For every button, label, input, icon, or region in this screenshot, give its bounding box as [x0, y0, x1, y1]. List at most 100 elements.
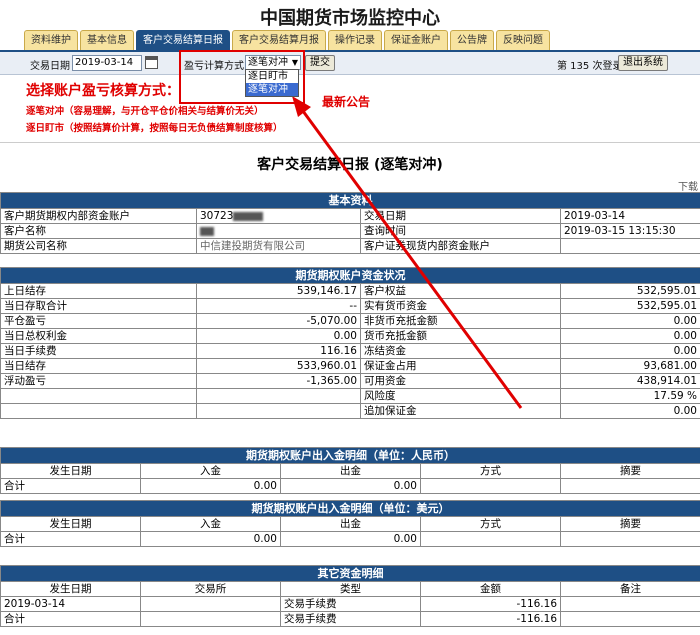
- tab-basic-info[interactable]: 基本信息: [80, 30, 134, 50]
- section-usd: 期货期权账户出入金明细（单位：美元）: [0, 500, 700, 517]
- table-row: 上日结存 539,146.17 客户权益 532,595.01: [0, 283, 700, 299]
- notes-line-2: 逐日盯市（按照结算价计算，按照每日无负债结算制度核算）: [26, 123, 283, 134]
- fund-value: 116.16: [196, 343, 361, 359]
- fund-label: 平仓盈亏: [0, 313, 197, 329]
- section-other: 其它资金明细: [0, 565, 700, 582]
- total-label: 合计: [0, 611, 141, 627]
- download-link[interactable]: 下载: [678, 178, 698, 193]
- tab-data-maintenance[interactable]: 资料维护: [24, 30, 78, 50]
- fund-value: 539,146.17: [196, 283, 361, 299]
- tab-feedback[interactable]: 反映问题: [496, 30, 550, 50]
- empty-cell: [560, 531, 700, 547]
- fund-value: --: [196, 298, 361, 314]
- table-row: 追加保证金 0.00: [0, 403, 700, 419]
- fund-value: 532,595.01: [560, 283, 700, 299]
- total-label: 合计: [0, 478, 141, 494]
- other-table: 其它资金明细 发生日期 交易所 类型 金额 备注 2019-03-14 交易手续…: [0, 565, 700, 627]
- table-row: 2019-03-14 交易手续费 -116.16: [0, 596, 700, 612]
- app-title: 中国期货市场监控中心: [260, 8, 440, 29]
- name-value: [196, 223, 361, 239]
- trade-date-value: 2019-03-14: [560, 208, 700, 224]
- notes-line-1: 逐笔对冲（容易理解，与开仓平仓价相关与结算价无关）: [26, 106, 264, 117]
- total-out: 0.00: [280, 478, 421, 494]
- fund-value: 0.00: [196, 328, 361, 344]
- fund-value: 533,960.01: [196, 358, 361, 374]
- tab-operation-log[interactable]: 操作记录: [328, 30, 382, 50]
- fund-value: [196, 403, 361, 419]
- total-amount: -116.16: [420, 611, 561, 627]
- col-header: 入金: [140, 516, 281, 532]
- fund-value: 0.00: [560, 343, 700, 359]
- tab-bulletin[interactable]: 公告牌: [450, 30, 494, 50]
- fund-label: 货币充抵金额: [360, 328, 561, 344]
- section-funds: 期货期权账户资金状况: [0, 267, 700, 284]
- fund-value: -1,365.00: [196, 373, 361, 389]
- calc-method-value: 逐笔对冲: [248, 57, 288, 68]
- table-row: 风险度 17.59 %: [0, 388, 700, 404]
- rmb-table: 期货期权账户出入金明细（单位：人民币） 发生日期 入金 出金 方式 摘要 合计 …: [0, 447, 700, 494]
- submit-button[interactable]: 提交: [305, 55, 335, 71]
- section-basic: 基本资料: [0, 192, 700, 209]
- acct-label: 客户期货期权内部资金账户: [0, 208, 197, 224]
- fund-value: 0.00: [560, 328, 700, 344]
- usd-table: 期货期权账户出入金明细（单位：美元） 发生日期 入金 出金 方式 摘要 合计 0…: [0, 500, 700, 547]
- name-label: 客户名称: [0, 223, 197, 239]
- row-type: 交易手续费: [280, 596, 421, 612]
- date-label: 交易日期: [30, 61, 70, 72]
- fund-label: 当日存取合计: [0, 298, 197, 314]
- col-header: 发生日期: [0, 463, 141, 479]
- total-in: 0.00: [140, 531, 281, 547]
- sec-acct-label: 客户证券现货内部资金账户: [360, 238, 561, 254]
- col-header: 出金: [280, 463, 421, 479]
- total-in: 0.00: [140, 478, 281, 494]
- table-row: 客户名称 查询时间 2019-03-15 13:15:30: [0, 223, 700, 239]
- logout-button[interactable]: 退出系统: [618, 55, 668, 71]
- fund-value: 93,681.00: [560, 358, 700, 374]
- calc-method-select[interactable]: 逐笔对冲 ▼: [245, 55, 301, 70]
- total-type: 交易手续费: [280, 611, 421, 627]
- tab-daily-statement[interactable]: 客户交易结算日报: [136, 30, 230, 50]
- trade-date-input[interactable]: 2019-03-14: [72, 55, 142, 71]
- empty-cell: [559, 611, 700, 627]
- table-row: 当日结存 533,960.01 保证金占用 93,681.00: [0, 358, 700, 374]
- total-row: 合计 0.00 0.00: [0, 478, 700, 494]
- redacted-block: [200, 226, 214, 236]
- option-daily-mark[interactable]: 逐日盯市: [246, 70, 298, 83]
- table-row: 浮动盈亏 -1,365.00 可用资金 438,914.01: [0, 373, 700, 389]
- funds-table: 期货期权账户资金状况 上日结存 539,146.17 客户权益 532,595.01 当…: [0, 267, 700, 419]
- fund-value: [196, 388, 361, 404]
- table-header-row: 发生日期 交易所 类型 金额 备注: [0, 581, 700, 597]
- fund-label: 当日手续费: [0, 343, 197, 359]
- fund-label: 冻结资金: [360, 343, 561, 359]
- tab-monthly-statement[interactable]: 客户交易结算月报: [232, 30, 326, 50]
- col-header: 金额: [420, 581, 561, 597]
- fund-label: 客户权益: [360, 283, 561, 299]
- col-header: 出金: [280, 516, 421, 532]
- fund-value: 438,914.01: [560, 373, 700, 389]
- fund-label: 非货币充抵金额: [360, 313, 561, 329]
- query-time-label: 查询时间: [360, 223, 561, 239]
- fund-label: 上日结存: [0, 283, 197, 299]
- total-out: 0.00: [280, 531, 421, 547]
- divider: [0, 142, 700, 143]
- fund-label: 当日总权利金: [0, 328, 197, 344]
- latest-announcement[interactable]: 最新公告: [322, 93, 370, 110]
- fund-label: 实有货币资金: [360, 298, 561, 314]
- table-header-row: 发生日期 入金 出金 方式 摘要: [0, 463, 700, 479]
- table-header-row: 发生日期 入金 出金 方式 摘要: [0, 516, 700, 532]
- toolbar: 交易日期 2019-03-14 盈亏计算方式 逐笔对冲 ▼ 逐日盯市 逐笔对冲 …: [0, 50, 700, 104]
- login-count: 第 135 次登录: [557, 61, 623, 72]
- col-header: 方式: [420, 463, 561, 479]
- col-header: 类型: [280, 581, 421, 597]
- sec-acct-value: [560, 238, 700, 254]
- fund-label: 浮动盈亏: [0, 373, 197, 389]
- section-rmb: 期货期权账户出入金明细（单位：人民币）: [0, 447, 700, 464]
- calendar-icon[interactable]: [145, 56, 158, 69]
- fund-label: [0, 388, 197, 404]
- query-time-value: 2019-03-15 13:15:30: [560, 223, 700, 239]
- col-header: 发生日期: [0, 581, 141, 597]
- col-header: 备注: [559, 581, 700, 597]
- tab-margin-account[interactable]: 保证金账户: [384, 30, 448, 50]
- option-trade-offset[interactable]: 逐笔对冲: [246, 83, 298, 96]
- total-label: 合计: [0, 531, 141, 547]
